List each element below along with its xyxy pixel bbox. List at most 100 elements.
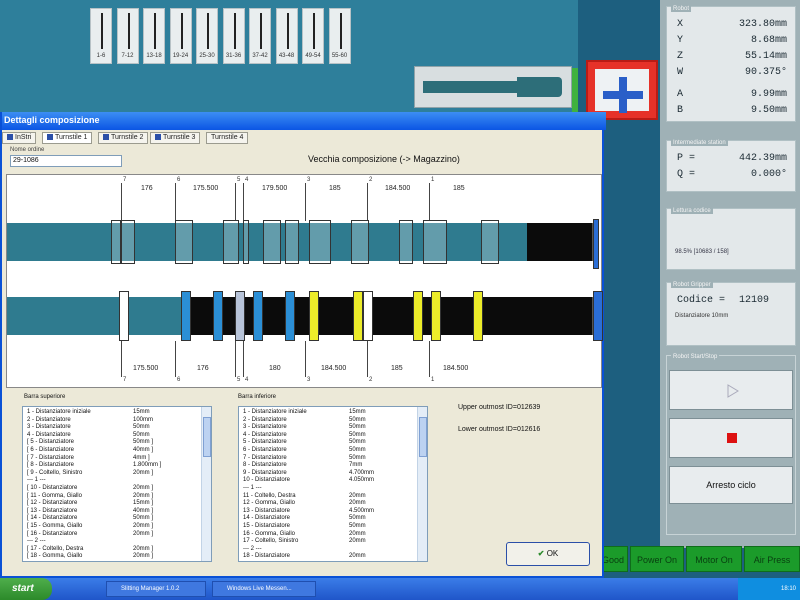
tab-turnstile-2[interactable]: Turnstile 2 <box>98 132 149 144</box>
list-item[interactable]: [ 6 - Distanziatore 40mm ] <box>27 447 177 453</box>
upper-spacer[interactable] <box>111 220 121 264</box>
slot-19-24[interactable]: 19-24 <box>169 8 192 64</box>
list-item[interactable]: [ 11 - Gomma, Giallo 20mm ] <box>27 493 177 499</box>
slot-49-54[interactable]: 49-54 <box>302 8 324 64</box>
tab-turnstile-4[interactable]: Turnstile 4 <box>206 132 249 144</box>
list-item[interactable]: [ 17 - Coltello, Destra 20mm ] <box>27 546 177 552</box>
list-item[interactable]: 15 - Distanziatore 50mm <box>243 523 393 529</box>
list-item[interactable]: 9 - Distanziatore 4.700mm <box>243 470 393 476</box>
slot-31-36[interactable]: 31-36 <box>222 8 245 64</box>
upper-spacer[interactable] <box>223 220 239 264</box>
list-item[interactable]: [ 12 - Distanziatore 15mm ] <box>27 500 177 506</box>
start-button[interactable]: start <box>0 578 52 600</box>
tab-turnstile-3[interactable]: Turnstile 3 <box>150 132 201 144</box>
list-item[interactable]: 13 - Distanziatore 4.500mm <box>243 508 393 514</box>
list-item[interactable]: 11 - Coltello, Destra 20mm <box>243 493 393 499</box>
list-item[interactable]: 14 - Distanziatore 50mm <box>243 515 393 521</box>
ok-button[interactable]: ✔ OK <box>506 542 590 566</box>
order-name-field[interactable]: 29-1086 <box>10 155 122 167</box>
taskbar-item-slitting-manager[interactable]: Slitting Manager 1.0.2 <box>106 581 206 597</box>
cycle-stop-button[interactable]: Arresto ciclo <box>669 466 793 504</box>
list-item[interactable]: --- 2 --- <box>243 546 393 552</box>
slot-13-18[interactable]: 13-18 <box>143 8 165 64</box>
upper-list-scrollbar[interactable] <box>201 407 211 561</box>
list-item[interactable]: --- 1 --- <box>27 477 177 483</box>
list-item[interactable]: 3 - Distanziatore 50mm <box>243 424 393 430</box>
list-item[interactable]: [ 14 - Distanziatore 50mm ] <box>27 515 177 521</box>
motor-on-button[interactable]: Motor On <box>686 546 742 572</box>
list-item[interactable]: 2 - Distanziatore 50mm <box>243 417 393 423</box>
list-item[interactable]: 17 - Coltello, Sinistro 20mm <box>243 538 393 544</box>
taskbar-item-messenger[interactable]: Windows Live Messen... <box>212 581 316 597</box>
upper-spacer[interactable] <box>285 220 299 264</box>
lower-spacer[interactable] <box>213 291 223 341</box>
slot-7-12[interactable]: 7-12 <box>116 8 139 64</box>
list-item[interactable]: [ 15 - Gomma, Giallo 20mm ] <box>27 523 177 529</box>
start-button[interactable] <box>669 370 793 410</box>
list-item[interactable]: --- 1 --- <box>243 485 393 491</box>
upper-bar-list[interactable]: 1 - Distanziatore iniziale 15mm 2 - Distan… <box>22 406 212 562</box>
lower-spacer[interactable] <box>473 291 483 341</box>
lower-spacer[interactable] <box>431 291 441 341</box>
list-item[interactable]: 12 - Gomma, Giallo 20mm <box>243 500 393 506</box>
tab-instri[interactable]: InStri <box>2 132 37 144</box>
list-item[interactable]: 1 - Distanziatore iniziale 15mm <box>27 409 177 415</box>
list-item[interactable]: 6 - Distanziatore 50mm <box>243 447 393 453</box>
list-item[interactable]: [ 9 - Coltello, Sinistro 20mm ] <box>27 470 177 476</box>
lower-bar-list[interactable]: 1 - Distanziatore iniziale 15mm 2 - Distan… <box>238 406 428 562</box>
lower-spacer[interactable] <box>119 291 129 341</box>
list-item[interactable]: [ 16 - Distanziatore 20mm ] <box>27 531 177 537</box>
list-item[interactable]: 18 - Distanziatore 20mm <box>243 553 393 559</box>
list-item[interactable]: [ 7 - Distanziatore 4mm ] <box>27 455 177 461</box>
upper-spacer[interactable] <box>423 220 447 264</box>
list-item[interactable]: 1 - Distanziatore iniziale 15mm <box>243 409 393 415</box>
list-item[interactable]: [ 8 - Distanziatore 1.800mm ] <box>27 462 177 468</box>
lower-spacer[interactable] <box>309 291 319 341</box>
lower-spacer[interactable] <box>353 291 363 341</box>
lower-spacer[interactable] <box>363 291 373 341</box>
list-item[interactable]: 8 - Distanziatore 7mm <box>243 462 393 468</box>
jog-cross-button[interactable] <box>586 60 658 120</box>
list-item[interactable]: 5 - Distanziatore 50mm <box>243 439 393 445</box>
dialog-title[interactable]: Dettagli composizione <box>2 112 606 130</box>
list-item[interactable]: [ 10 - Distanziatore 20mm ] <box>27 485 177 491</box>
list-item[interactable]: [ 18 - Gomma, Giallo 20mm ] <box>27 553 177 559</box>
lower-spacer[interactable] <box>235 291 245 341</box>
startstop-title: Robot Start/Stop <box>671 354 720 360</box>
list-item[interactable]: 2 - Distanziatore 100mm <box>27 417 177 423</box>
upper-spacer[interactable] <box>243 220 249 264</box>
stop-button[interactable] <box>669 418 793 458</box>
lower-spacer[interactable] <box>253 291 263 341</box>
lower-spacer[interactable] <box>593 291 603 341</box>
lower-list-scrollbar[interactable] <box>417 407 427 561</box>
power-on-button[interactable]: Power On <box>630 546 684 572</box>
list-item[interactable]: 4 - Distanziatore 50mm <box>243 432 393 438</box>
lower-spacer[interactable] <box>285 291 295 341</box>
list-item[interactable]: 16 - Gomma, Giallo 20mm <box>243 531 393 537</box>
tab-turnstile-1[interactable]: Turnstile 1 <box>42 132 93 144</box>
upper-spacer[interactable] <box>351 220 369 264</box>
lower-spacer[interactable] <box>181 291 191 341</box>
lower-spacer[interactable] <box>413 291 423 341</box>
upper-spacer[interactable] <box>399 220 413 264</box>
list-item[interactable]: 3 - Distanziatore 50mm <box>27 424 177 430</box>
upper-spacer[interactable] <box>309 220 331 264</box>
list-item[interactable]: 4 - Distanziatore 50mm <box>27 432 177 438</box>
list-item[interactable]: [ 5 - Distanziatore 50mm ] <box>27 439 177 445</box>
slot-43-48[interactable]: 43-48 <box>275 8 298 64</box>
upper-spacer[interactable] <box>481 220 499 264</box>
list-item[interactable]: [ 13 - Distanziatore 40mm ] <box>27 508 177 514</box>
upper-spacer[interactable] <box>121 220 135 264</box>
list-item[interactable]: 10 - Distanziatore 4.050mm <box>243 477 393 483</box>
list-item[interactable]: --- 2 --- <box>27 538 177 544</box>
upper-spacer[interactable] <box>175 220 193 264</box>
list-item[interactable]: 7 - Distanziatore 50mm <box>243 455 393 461</box>
scroll-thumb[interactable] <box>203 417 211 457</box>
upper-spacer[interactable] <box>263 220 281 264</box>
scroll-thumb[interactable] <box>419 417 427 457</box>
air-press-button[interactable]: Air Press <box>744 546 800 572</box>
slot-1-6[interactable]: 1-6 <box>90 8 112 64</box>
slot-37-42[interactable]: 37-42 <box>249 8 271 64</box>
slot-25-30[interactable]: 25-30 <box>196 8 218 64</box>
slot-55-60[interactable]: 55-60 <box>328 8 351 64</box>
